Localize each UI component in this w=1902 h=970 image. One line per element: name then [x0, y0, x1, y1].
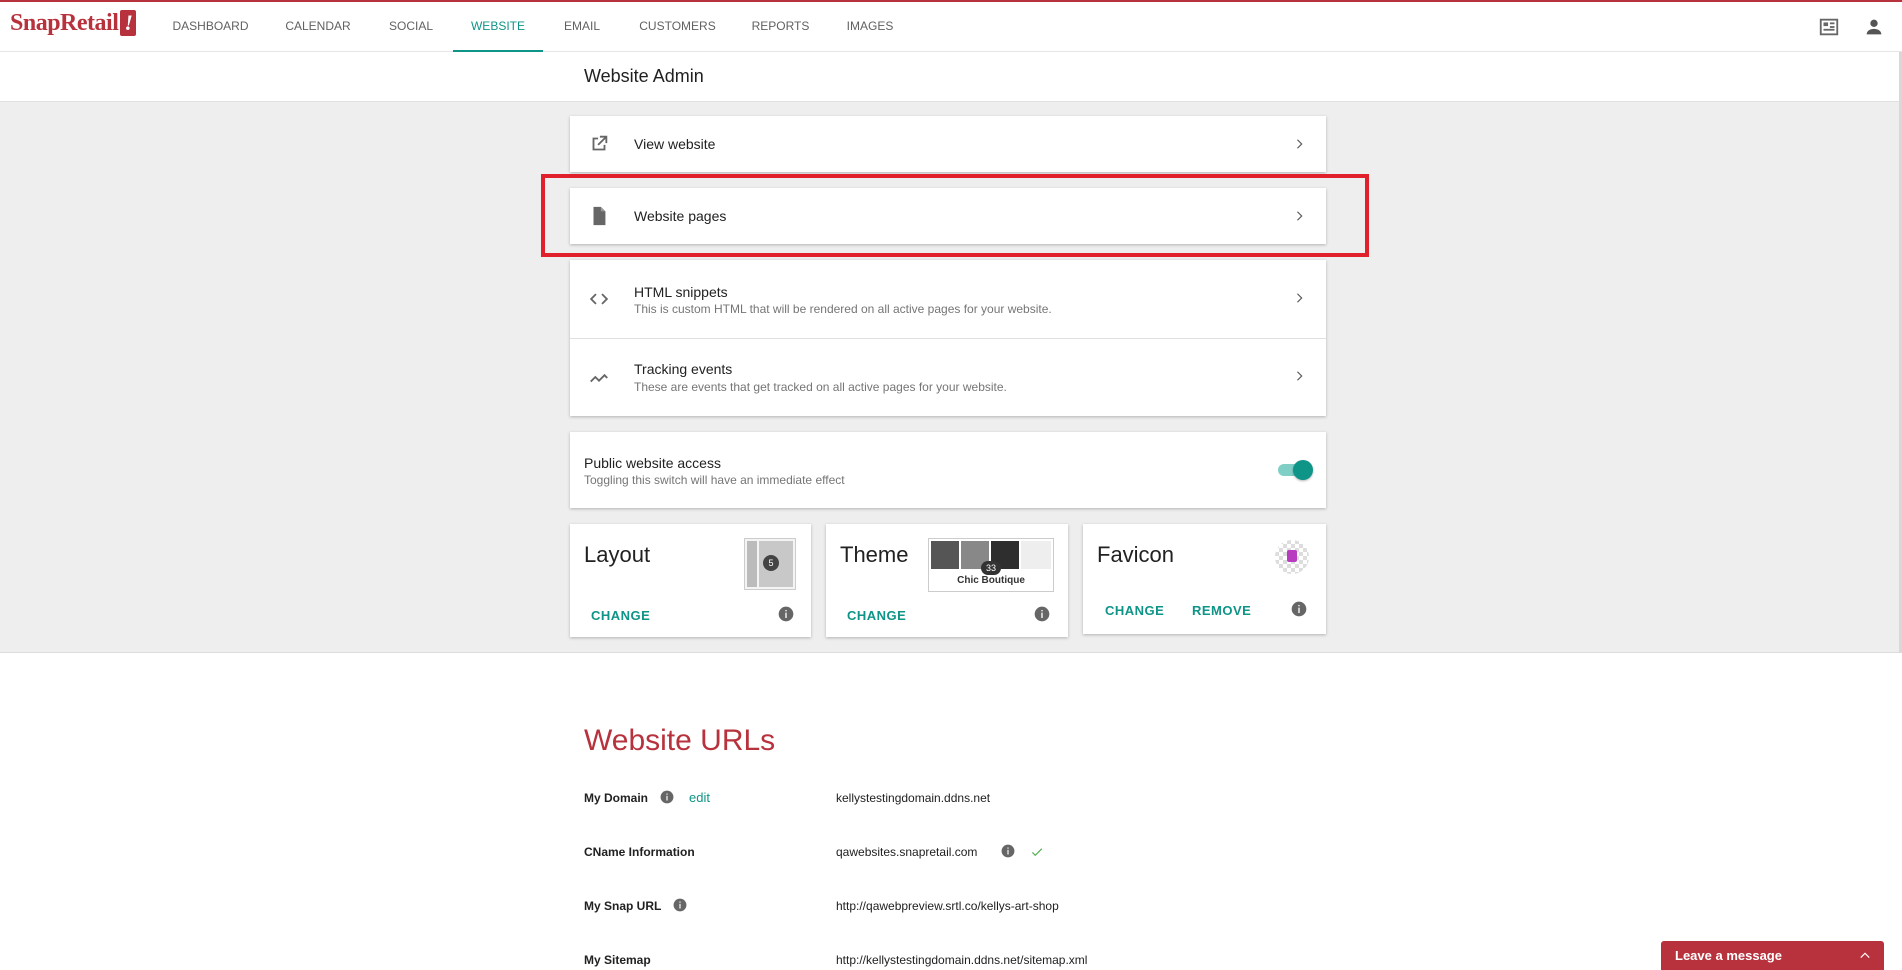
page-title: Website Admin: [584, 66, 704, 86]
view-website-label: View website: [634, 136, 716, 152]
chevron-up-icon: [1858, 949, 1872, 963]
tab-calendar[interactable]: CALENDAR: [276, 2, 360, 52]
layout-thumb-number: 5: [763, 555, 779, 571]
theme-thumbnail: 33 Chic Boutique: [928, 538, 1054, 592]
cname-value: qawebsites.snapretail.com: [836, 845, 978, 859]
page-header: Website Admin: [0, 52, 1902, 102]
view-website-row[interactable]: View website: [570, 116, 1326, 172]
store-icon[interactable]: [1818, 16, 1840, 38]
open-in-new-icon: [588, 133, 610, 155]
info-icon[interactable]: [1291, 601, 1307, 617]
theme-change-button[interactable]: CHANGE: [847, 608, 906, 623]
public-access-card: Public website access Toggling this swit…: [570, 432, 1326, 508]
chevron-right-icon: [1292, 291, 1306, 305]
theme-title: Theme: [840, 542, 909, 567]
favicon-change-button[interactable]: CHANGE: [1105, 603, 1164, 618]
theme-thumb-number: 33: [981, 561, 1001, 575]
layout-tile: Layout 5 CHANGE: [570, 524, 811, 637]
tab-social[interactable]: SOCIAL: [378, 2, 444, 52]
info-icon[interactable]: [660, 790, 674, 804]
snapretail-logo[interactable]: SnapRetail!: [10, 10, 137, 37]
tracking-events-row[interactable]: Tracking events These are events that ge…: [570, 339, 1326, 416]
snippets-tracking-card: HTML snippets This is custom HTML that w…: [570, 260, 1326, 416]
sitemap-label: My Sitemap: [584, 953, 651, 967]
account-icon[interactable]: [1863, 16, 1885, 38]
info-icon[interactable]: [1001, 844, 1015, 858]
favicon-tile: Favicon CHANGE REMOVE: [1083, 524, 1326, 634]
my-domain-value: kellystestingdomain.ddns.net: [836, 791, 991, 805]
top-navigation-bar: SnapRetail! DASHBOARD CALENDAR SOCIAL WE…: [0, 2, 1902, 52]
leave-message-button[interactable]: Leave a message: [1661, 941, 1884, 970]
favicon-preview: [1275, 540, 1309, 574]
tracking-events-description: These are events that get tracked on all…: [634, 380, 1007, 394]
my-domain-label: My Domain: [584, 791, 649, 805]
check-icon: [1030, 845, 1044, 859]
cname-label: CName Information: [584, 845, 695, 859]
layout-thumbnail: 5: [744, 538, 796, 590]
website-urls-title: Website URLs: [584, 724, 776, 757]
public-access-title: Public website access: [584, 455, 721, 471]
chevron-right-icon: [1292, 369, 1306, 383]
tab-dashboard[interactable]: DASHBOARD: [163, 2, 258, 52]
html-snippets-row[interactable]: HTML snippets This is custom HTML that w…: [570, 260, 1326, 338]
tab-images[interactable]: IMAGES: [836, 2, 904, 52]
leave-message-label: Leave a message: [1675, 948, 1782, 963]
html-snippets-description: This is custom HTML that will be rendere…: [634, 302, 1052, 316]
logo-mark: !: [120, 10, 137, 36]
snap-url-label: My Snap URL: [584, 899, 662, 913]
logo-text: SnapRetail: [10, 10, 119, 36]
tracking-events-label: Tracking events: [634, 361, 733, 377]
favicon-remove-button[interactable]: REMOVE: [1192, 603, 1251, 618]
code-icon: [588, 288, 610, 310]
chevron-right-icon: [1292, 137, 1306, 151]
theme-name: Chic Boutique: [957, 575, 1025, 586]
layout-title: Layout: [584, 542, 651, 567]
info-icon[interactable]: [778, 606, 794, 622]
snap-url-value: http://qawebpreview.srtl.co/kellys-art-s…: [836, 899, 1059, 913]
tab-reports[interactable]: REPORTS: [743, 2, 818, 52]
toggle-knob[interactable]: [1293, 460, 1313, 480]
tab-website[interactable]: WEBSITE: [453, 2, 543, 52]
selection-highlight-box: [541, 174, 1369, 257]
tab-email[interactable]: EMAIL: [552, 2, 612, 52]
layout-change-button[interactable]: CHANGE: [591, 608, 650, 623]
favicon-title: Favicon: [1097, 542, 1175, 567]
sitemap-value: http://kellystestingdomain.ddns.net/site…: [836, 953, 1088, 967]
info-icon[interactable]: [1034, 606, 1050, 622]
tab-customers[interactable]: CUSTOMERS: [630, 2, 725, 52]
info-icon[interactable]: [673, 898, 687, 912]
edit-domain-link[interactable]: edit: [689, 790, 710, 805]
trending-icon: [588, 366, 610, 388]
theme-tile: Theme 33 Chic Boutique CHANGE: [826, 524, 1068, 637]
html-snippets-label: HTML snippets: [634, 284, 728, 300]
public-access-description: Toggling this switch will have an immedi…: [584, 473, 845, 487]
